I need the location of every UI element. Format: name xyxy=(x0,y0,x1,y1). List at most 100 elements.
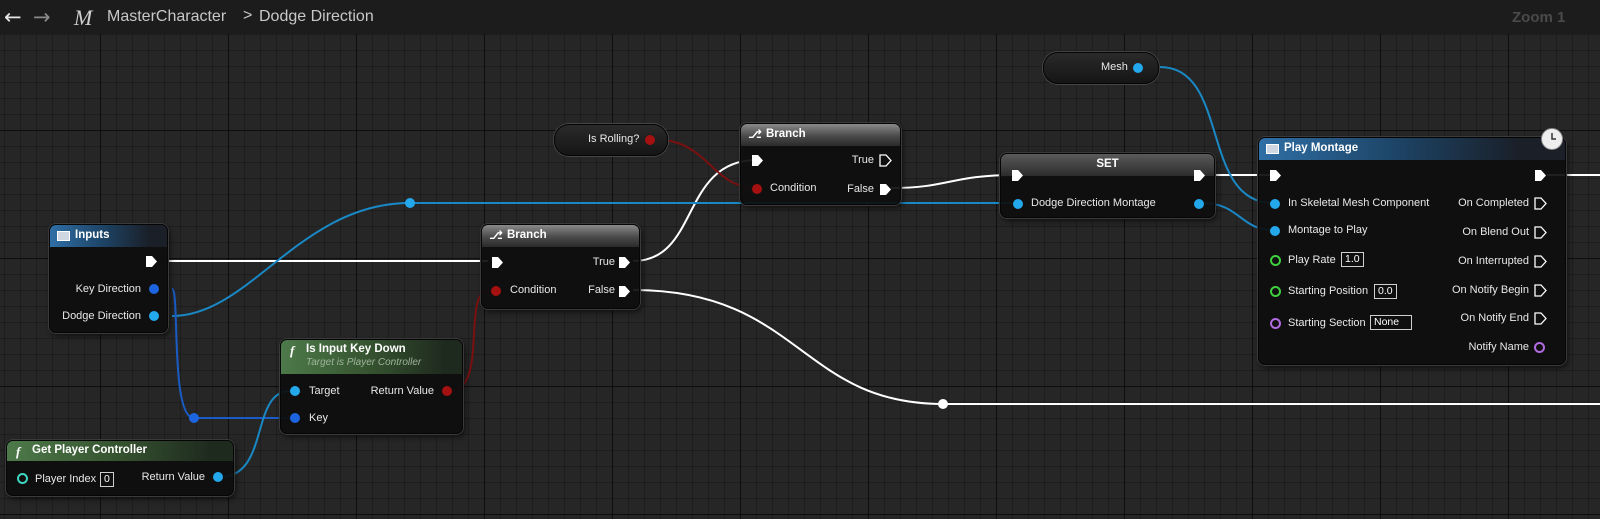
starting-position-input[interactable]: 0.0 xyxy=(1374,284,1397,299)
breadcrumb-current: Dodge Direction xyxy=(259,8,374,25)
node-title: Inputs xyxy=(75,229,110,241)
target-pin[interactable] xyxy=(290,386,300,396)
pin-label: False xyxy=(847,183,874,195)
forward-arrow-icon[interactable]: → xyxy=(33,5,51,29)
pin-label: On Blend Out xyxy=(1462,226,1529,238)
exec-out-pin-icon[interactable] xyxy=(1534,169,1547,182)
branch-icon: ⎇ xyxy=(489,228,503,242)
exec-true-pin-icon[interactable] xyxy=(618,256,631,269)
starting-position-pin[interactable] xyxy=(1270,286,1281,297)
return-value-pin[interactable] xyxy=(213,472,223,482)
play-rate-pin[interactable] xyxy=(1270,255,1281,266)
pin-label: On Notify End xyxy=(1460,312,1529,324)
pin-label: On Interrupted xyxy=(1458,255,1529,267)
reroute-knot[interactable] xyxy=(405,198,415,208)
exec-out-pin-icon[interactable] xyxy=(1193,169,1206,182)
function-icon: f xyxy=(16,444,21,459)
exec-in-pin-icon[interactable] xyxy=(1011,169,1024,182)
pin-label: Player Index xyxy=(35,473,97,485)
mesh-pin[interactable] xyxy=(1133,63,1143,73)
montage-out-pin[interactable] xyxy=(1194,199,1204,209)
variable-label: Mesh xyxy=(1101,61,1128,73)
function-entry-icon xyxy=(57,231,70,241)
pin-label: Condition xyxy=(770,182,817,194)
pin-label: On Notify Begin xyxy=(1451,284,1529,296)
branch-icon: ⎇ xyxy=(748,127,762,141)
node-subtitle: Target is Player Controller xyxy=(306,357,422,368)
breadcrumb-root[interactable]: MasterCharacter xyxy=(107,8,226,26)
pin-label: Key xyxy=(309,412,328,424)
exec-out-pin-icon[interactable] xyxy=(145,255,158,268)
player-index-input[interactable]: 0 xyxy=(100,472,114,487)
condition-pin[interactable] xyxy=(752,184,762,194)
blueprint-function-icon: M xyxy=(74,5,93,30)
zoom-indicator: Zoom 1 xyxy=(1512,9,1566,26)
pin-label: On Completed xyxy=(1458,197,1529,209)
notify-name-pin[interactable] xyxy=(1534,342,1545,353)
editor-topbar: ← → M MasterCharacter > Dodge Direction … xyxy=(0,0,1600,34)
exec-true-pin-icon[interactable] xyxy=(879,154,892,167)
reroute-knot[interactable] xyxy=(189,413,199,423)
set-variable-node[interactable]: SET Dodge Direction Montage xyxy=(1000,153,1215,218)
starting-section-pin[interactable] xyxy=(1270,318,1281,329)
skeletal-mesh-pin[interactable] xyxy=(1270,199,1280,209)
inputs-node[interactable]: Inputs Key Direction Dodge Direction xyxy=(49,224,168,333)
node-title: Play Montage xyxy=(1284,142,1359,154)
back-arrow-icon[interactable]: ← xyxy=(4,5,22,29)
play-rate-input[interactable]: 1.0 xyxy=(1341,252,1364,267)
on-blend-out-pin-icon[interactable] xyxy=(1534,226,1547,239)
play-montage-node[interactable]: Play Montage In Skeletal Mesh Component … xyxy=(1258,137,1566,365)
is-rolling-pin[interactable] xyxy=(645,135,655,145)
on-interrupted-pin-icon[interactable] xyxy=(1534,255,1547,268)
node-title: Is Input Key Down xyxy=(306,343,406,355)
node-title: Branch xyxy=(766,128,806,140)
exec-in-pin-icon[interactable] xyxy=(1269,169,1282,182)
pin-label: Condition xyxy=(510,284,557,296)
pin-label: Notify Name xyxy=(1468,341,1529,353)
pin-label: False xyxy=(588,284,615,296)
montage-in-pin[interactable] xyxy=(1013,199,1023,209)
node-title: Branch xyxy=(507,229,547,241)
branch-node[interactable]: ⎇ Branch Condition True False xyxy=(740,123,901,205)
montage-to-play-pin[interactable] xyxy=(1270,226,1280,236)
exec-false-pin-icon[interactable] xyxy=(879,183,892,196)
player-index-pin[interactable] xyxy=(17,473,28,484)
pin-label: Dodge Direction xyxy=(62,310,141,322)
pin-label: True xyxy=(592,256,615,268)
function-icon xyxy=(1266,144,1279,154)
pin-label: Return Value xyxy=(370,385,434,397)
pin-label: In Skeletal Mesh Component xyxy=(1288,197,1430,209)
on-notify-end-pin-icon[interactable] xyxy=(1534,312,1547,325)
on-notify-begin-pin-icon[interactable] xyxy=(1534,284,1547,297)
pin-label: Dodge Direction Montage xyxy=(1031,197,1156,209)
exec-in-pin-icon[interactable] xyxy=(491,256,504,269)
pin-label: Montage to Play xyxy=(1288,224,1368,236)
pin-label: Play Rate xyxy=(1288,254,1336,266)
dodge-direction-pin[interactable] xyxy=(149,311,159,321)
condition-pin[interactable] xyxy=(491,286,501,296)
function-icon: f xyxy=(290,343,295,358)
latent-clock-icon xyxy=(1541,128,1563,150)
node-title: Get Player Controller xyxy=(32,444,148,456)
get-player-controller-node[interactable]: f Get Player Controller Player Index 0 Re… xyxy=(6,440,234,496)
branch-node[interactable]: ⎇ Branch Condition True False xyxy=(481,224,640,309)
pin-label: Key Direction xyxy=(75,283,141,295)
key-direction-pin[interactable] xyxy=(149,284,159,294)
is-input-key-down-node[interactable]: f Is Input Key Down Target is Player Contr… xyxy=(280,339,463,434)
is-rolling-getter[interactable]: Is Rolling? xyxy=(554,124,668,156)
exec-wire-branch-true xyxy=(632,159,758,262)
exec-in-pin-icon[interactable] xyxy=(751,154,764,167)
return-value-pin[interactable] xyxy=(442,386,452,396)
mesh-getter[interactable]: Mesh xyxy=(1043,52,1159,84)
pin-label: Return Value xyxy=(141,471,205,483)
on-completed-pin-icon[interactable] xyxy=(1534,197,1547,210)
exec-false-pin-icon[interactable] xyxy=(618,285,631,298)
node-title: SET xyxy=(1096,158,1119,170)
key-pin[interactable] xyxy=(290,413,300,423)
starting-section-input[interactable]: None xyxy=(1370,315,1412,330)
pin-label: Target xyxy=(309,385,340,397)
pin-label: Starting Section xyxy=(1288,317,1366,329)
pin-label: Starting Position xyxy=(1288,285,1369,297)
variable-label: Is Rolling? xyxy=(588,133,640,145)
reroute-knot[interactable] xyxy=(938,399,948,409)
